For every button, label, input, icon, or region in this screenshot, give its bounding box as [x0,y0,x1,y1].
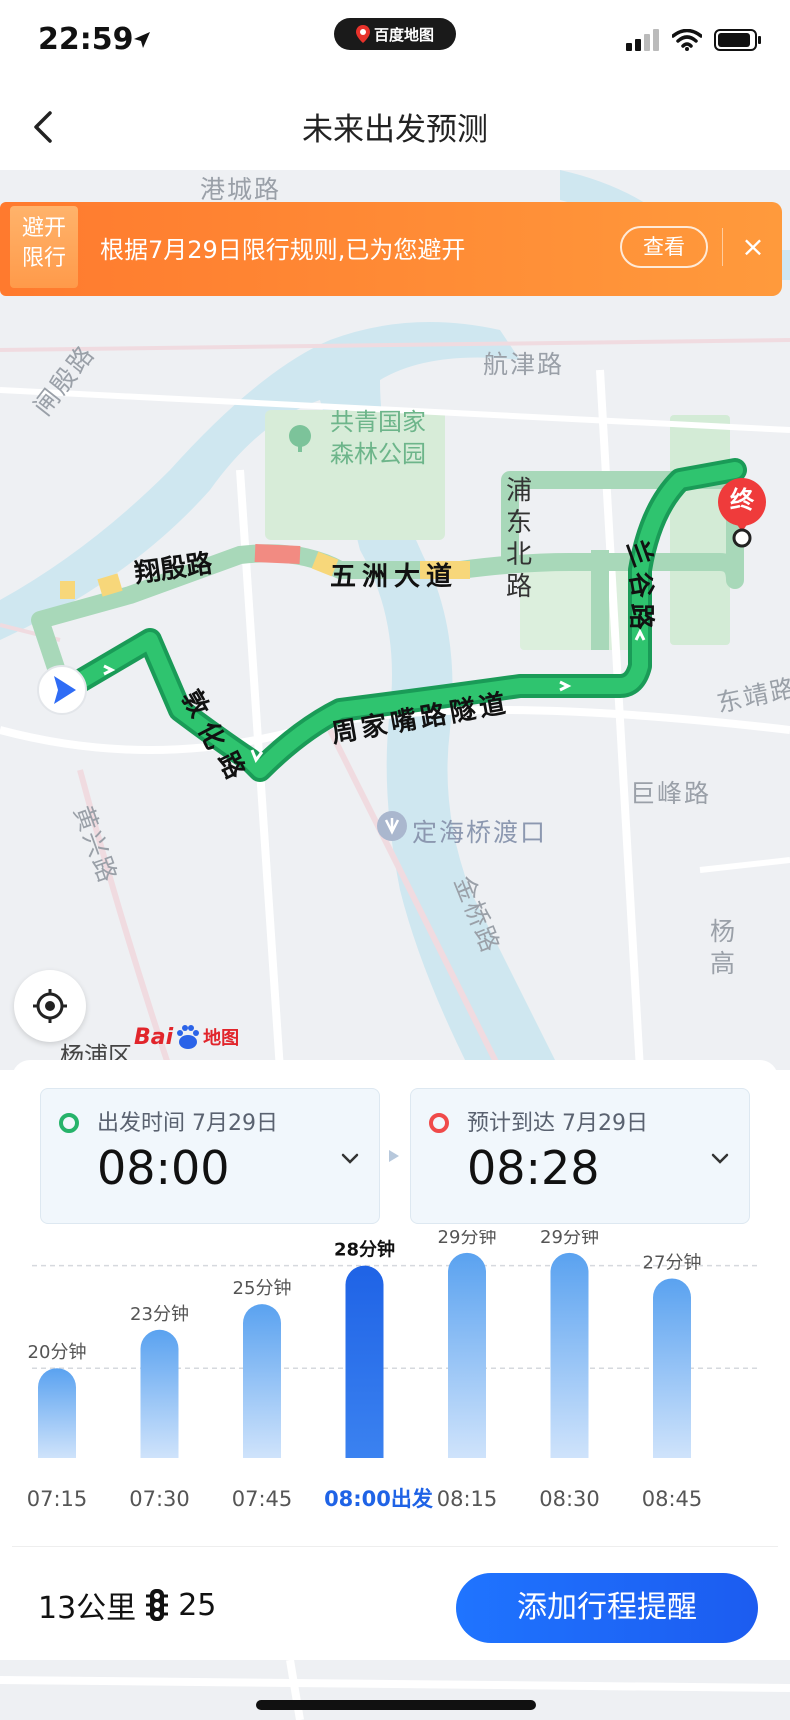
chart-category-label[interactable]: 08:45 [642,1487,703,1511]
baidu-paw-icon [177,1025,200,1049]
ferry-label: 定海桥渡口 [412,818,548,847]
chart-bar[interactable] [38,1368,76,1458]
travel-time-chart-svg: 20分钟 07:15 23分钟 07:30 25分钟 07:45 28分钟 08:00出发 29… [27,1230,758,1511]
panel-footer: 13公里 25 添加行程提醒 [12,1546,778,1660]
travel-time-chart[interactable]: 20分钟 07:15 23分钟 07:30 25分钟 07:45 28分钟 08:00出发 29… [12,1230,778,1530]
view-restriction-button[interactable]: 查看 [620,226,708,268]
chart-value-label: 25分钟 [233,1278,292,1299]
destination-marker[interactable]: 终 [712,476,772,548]
map-base [0,170,790,1070]
road-label: 港城路 [200,175,282,204]
chevron-down-icon [341,1153,359,1164]
home-indicator [256,1700,536,1710]
prediction-panel: 出发时间 7月29日 08:00 预计到达 7月29日 08:28 20分钟 07… [12,1060,778,1660]
arrive-time-card[interactable]: 预计到达 7月29日 08:28 [410,1088,750,1224]
chart-category-label[interactable]: 07:15 [27,1487,88,1511]
location-arrow-icon [134,32,150,48]
wifi-icon [672,29,702,51]
restriction-banner[interactable]: 避开 限行 根据7月29日限行规则,已为您避开 查看 × [0,202,782,296]
map-pin-icon [355,25,370,43]
chart-bar[interactable] [345,1265,384,1458]
chevron-down-icon [711,1153,729,1164]
chart-bar[interactable] [653,1278,691,1458]
road-label: 高 [710,949,738,978]
app-pill-label: 百度地图 [373,25,434,44]
arrive-label: 预计到达 7月29日 [467,1111,648,1136]
chart-category-label[interactable]: 07:45 [232,1487,293,1511]
status-bar: 22:59 百度地图 [0,0,790,88]
chart-bar[interactable] [243,1304,281,1458]
baidu-logo: Bai 地图 [134,1022,239,1052]
depart-time-card[interactable]: 出发时间 7月29日 08:00 [40,1088,380,1224]
restriction-tag-line: 限行 [21,246,66,271]
chart-bar[interactable] [448,1252,486,1458]
battery-icon [714,29,761,51]
chart-category-label[interactable]: 08:00出发 [324,1487,434,1511]
crosshair-icon [33,989,67,1023]
depart-label: 出发时间 7月29日 [97,1111,278,1136]
close-banner-button[interactable]: × [732,224,774,270]
chart-value-label: 20分钟 [28,1342,87,1363]
cellular-signal-icon [626,29,659,51]
road-label: 航津路 [483,350,565,379]
page-title: 未来出发预测 [302,112,488,148]
traffic-light-count: 25 [178,1587,217,1623]
park-label-line: 森林公园 [330,440,426,468]
depart-dot-icon [59,1113,79,1133]
arrow-right-icon [389,1150,399,1162]
app-screen: 22:59 百度地图 未来出发预测 港城路 航津路 闸殷路 东靖路 巨峰路 黄兴… [0,0,790,1720]
baidu-logo-map-text: 地图 [203,1028,240,1049]
back-to-app-pill[interactable]: 百度地图 [334,18,456,50]
chart-value-label: 27分钟 [643,1252,702,1273]
restriction-tag-line: 避开 [21,216,66,241]
distance-text: 13公里 [38,1591,137,1626]
banner-divider [722,228,723,266]
nav-bar: 未来出发预测 [0,88,790,170]
restriction-tag: 避开 限行 [10,206,78,288]
status-icons [626,28,762,52]
chart-bar[interactable] [550,1252,589,1458]
baidu-logo-text: Bai [134,1024,174,1050]
chart-category-label[interactable]: 08:15 [437,1487,498,1511]
chart-category-label[interactable]: 07:30 [129,1487,190,1511]
route-label-pudongbei: 路 [506,572,533,602]
road-label: 杨 [710,917,738,946]
arrive-dot-icon [429,1113,449,1133]
add-trip-reminder-button[interactable]: 添加行程提醒 [456,1573,758,1643]
chart-value-label: 29分钟 [438,1230,497,1248]
route-label-langu: 路 [625,603,656,630]
chart-bar[interactable] [140,1329,179,1458]
chart-value-label: 29分钟 [540,1230,599,1248]
chart-value-label: 28分钟 [334,1239,395,1261]
map-below-roads [0,1660,790,1720]
route-map[interactable]: 港城路 航津路 闸殷路 东靖路 巨峰路 黄兴路 金桥路 杨 高 共青国家 森林公… [0,170,790,1070]
depart-time: 08:00 [97,1141,230,1195]
park-label: 共青国家 森林公园 [330,406,426,470]
arrive-time: 08:28 [467,1141,600,1195]
map-below-panel [0,1660,790,1720]
route-summary: 13公里 25 [38,1583,216,1627]
park-label-line: 共青国家 [330,408,426,436]
route-label-wuzhou: 五洲大道 [330,562,459,592]
chart-category-label[interactable]: 08:30 [539,1487,600,1511]
traffic-light-icon [146,1589,169,1621]
road-label: 巨峰路 [630,779,712,808]
locate-me-button[interactable] [14,970,86,1042]
chart-value-label: 23分钟 [130,1304,189,1325]
restriction-message: 根据7月29日限行规则,已为您避开 [100,236,466,264]
status-time: 22:59 [38,22,134,57]
destination-marker-label: 终 [730,486,754,514]
